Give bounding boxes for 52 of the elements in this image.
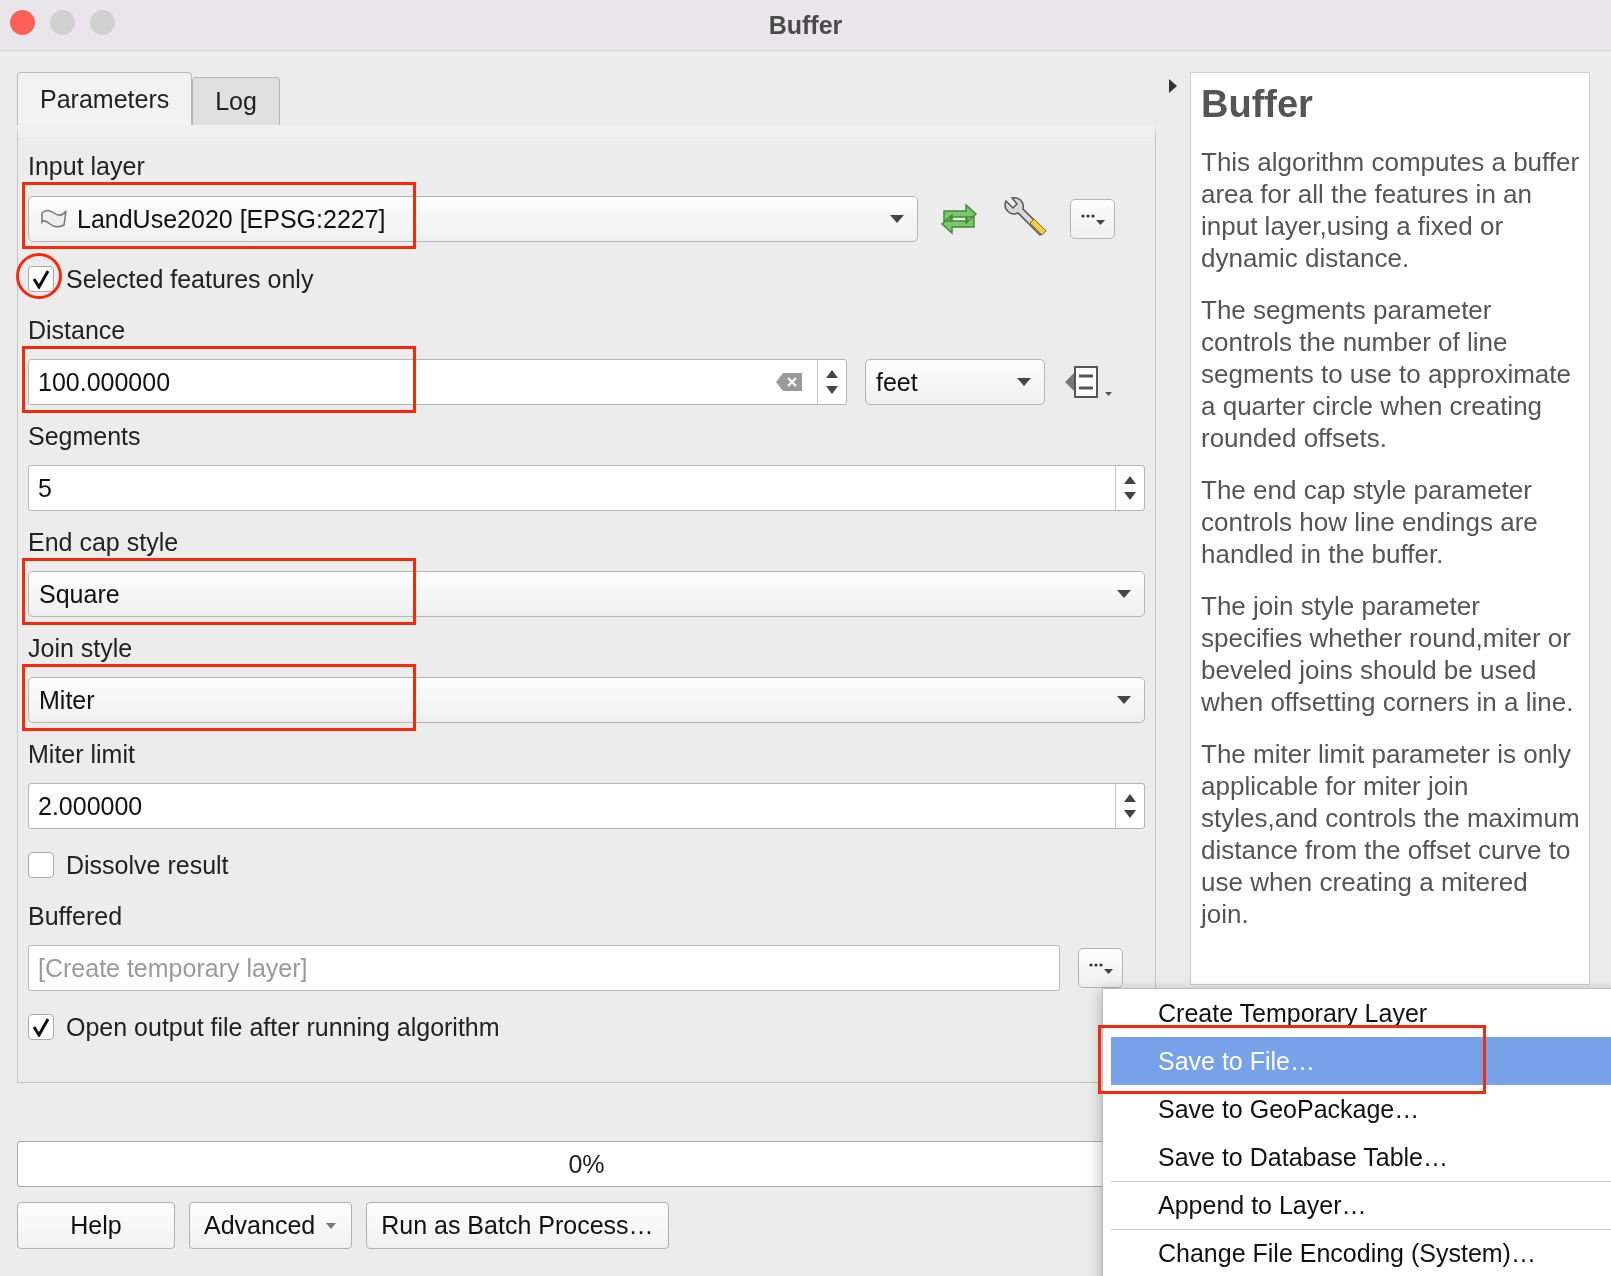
style-combobox[interactable]: Miter <box>28 677 1145 723</box>
dialog-button[interactable]: Advanced <box>189 1202 353 1249</box>
help-title: Buffer <box>1201 83 1314 126</box>
checkbox[interactable] <box>28 1014 54 1040</box>
expand-arrow-icon[interactable] <box>1168 78 1178 94</box>
unit-combobox[interactable]: feet <box>865 359 1045 405</box>
progress-reading: 0% <box>568 1149 605 1179</box>
check-icon <box>32 269 50 289</box>
checkbox-label: Open output file after running algorithm <box>66 1012 500 1042</box>
field-label: Join style <box>28 633 134 663</box>
caret-icon <box>1016 377 1032 387</box>
field-label: Buffered <box>28 901 124 931</box>
help-paragraph: The miter limit parameter is only applicable for miter join styles,and controls the maximum distance from the offset curve to use when creating a mitered join. <box>1201 738 1581 930</box>
check-icon <box>32 1017 50 1037</box>
checkbox-label: Selected features only <box>66 264 314 294</box>
field-label: Segments <box>28 421 142 451</box>
more-button[interactable] <box>1070 199 1115 239</box>
layer-combobox[interactable]: LandUse2020 [EPSG:2227] <box>28 196 918 242</box>
checkbox[interactable] <box>28 852 54 878</box>
menu-item[interactable]: Save to Database Table… <box>1111 1133 1611 1181</box>
more-icon <box>1079 212 1106 226</box>
clear-icon[interactable] <box>775 372 803 392</box>
dialog-button[interactable]: Help <box>17 1202 175 1249</box>
menu-item[interactable]: Save to GeoPackage… <box>1111 1085 1611 1133</box>
field-label: End cap style <box>28 527 180 557</box>
number-field[interactable]: 2.000000 <box>28 783 1145 829</box>
menu-item[interactable]: Change File Encoding (System)… <box>1111 1229 1611 1276</box>
field-label: Input layer <box>28 151 146 181</box>
dialog-button[interactable]: Run as Batch Process… <box>366 1202 669 1249</box>
output-options-button[interactable] <box>1078 948 1123 988</box>
caret-icon <box>1116 695 1132 705</box>
caret-icon <box>1116 589 1132 599</box>
help-paragraph: The join style parameter specifies whether round,miter or beveled joins should be used when offsetting corners in a line. <box>1201 590 1575 718</box>
style-combobox[interactable]: Square <box>28 571 1145 617</box>
tab[interactable]: Log <box>192 77 280 125</box>
tab[interactable]: Parameters <box>17 72 193 125</box>
menu-item[interactable]: Append to Layer… <box>1111 1181 1611 1229</box>
caret-icon <box>325 1221 338 1230</box>
number-field[interactable]: 5 <box>28 465 1145 511</box>
distance-field[interactable]: 100.000000 <box>28 359 847 405</box>
help-paragraph: The segments parameter controls the number of line segments to use to approximate a quarter circle when creating rounded offsets. <box>1201 294 1572 454</box>
checkbox-label: Dissolve result <box>66 850 229 880</box>
checkbox[interactable] <box>28 266 54 292</box>
help-paragraph: The end cap style parameter controls how line endings are handled in the buffer. <box>1201 474 1539 570</box>
more-icon <box>1087 961 1114 975</box>
field-label: Distance <box>28 315 127 345</box>
help-paragraph: This algorithm computes a buffer area for all the features in an input layer,using a fixed or dynamic distance. <box>1201 146 1581 274</box>
menu-item[interactable]: Create Temporary Layer <box>1111 989 1611 1037</box>
caret-icon <box>889 214 905 224</box>
field-label: Miter limit <box>28 739 136 769</box>
polygon-layer-icon <box>39 208 69 230</box>
window-title: Buffer <box>768 10 843 40</box>
